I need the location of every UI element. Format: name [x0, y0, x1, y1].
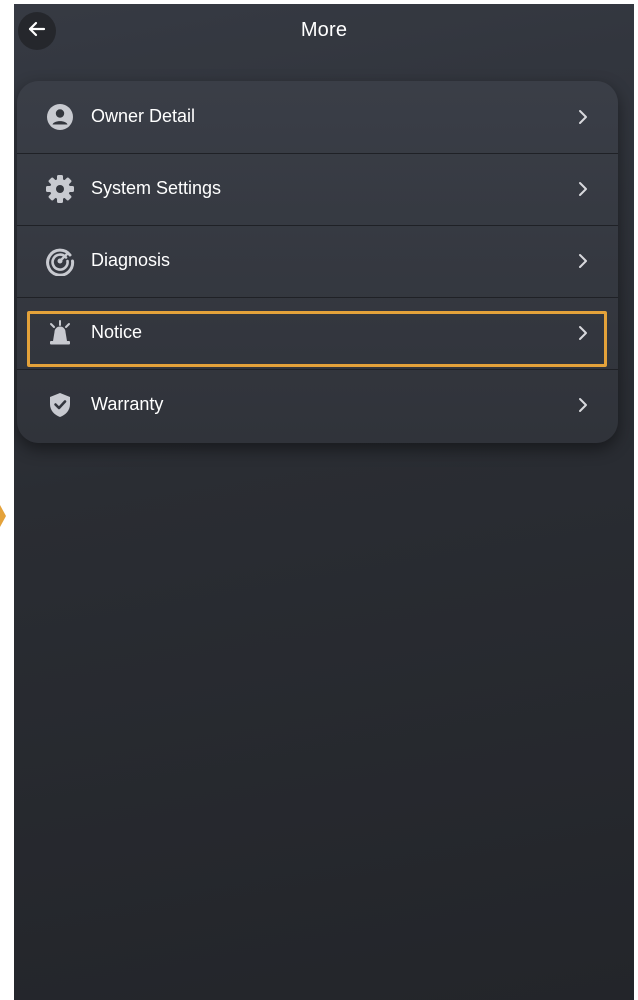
- alarm-light-icon: [45, 318, 75, 348]
- gauge-icon: [45, 246, 75, 276]
- menu-item-system-settings[interactable]: System Settings: [17, 153, 618, 226]
- gear-icon: [45, 174, 75, 204]
- menu-card: Owner Detail System Settings Diagnosis N…: [17, 81, 618, 443]
- menu-item-label: Diagnosis: [91, 250, 171, 271]
- menu-item-warranty[interactable]: Warranty: [17, 369, 618, 441]
- chevron-right-icon: [576, 324, 590, 342]
- chevron-right-icon: [576, 252, 590, 270]
- chevron-right-icon: [576, 108, 590, 126]
- menu-item-label: Warranty: [91, 394, 164, 415]
- menu-item-label: Owner Detail: [91, 106, 196, 127]
- menu-item-owner-detail[interactable]: Owner Detail: [17, 81, 618, 154]
- chevron-right-icon: [576, 396, 590, 414]
- header: More: [14, 4, 634, 56]
- side-pointer-arrow: [0, 505, 6, 527]
- page-title: More: [300, 19, 348, 41]
- menu-item-label: System Settings: [91, 178, 222, 199]
- shield-check-icon: [45, 390, 75, 420]
- user-circle-icon: [45, 102, 75, 132]
- chevron-right-icon: [576, 180, 590, 198]
- more-screen: More Owner Detail System Settings Diagno…: [14, 4, 634, 1000]
- menu-item-diagnosis[interactable]: Diagnosis: [17, 225, 618, 298]
- menu-item-label: Notice: [91, 322, 143, 343]
- menu-item-notice[interactable]: Notice: [17, 297, 618, 370]
